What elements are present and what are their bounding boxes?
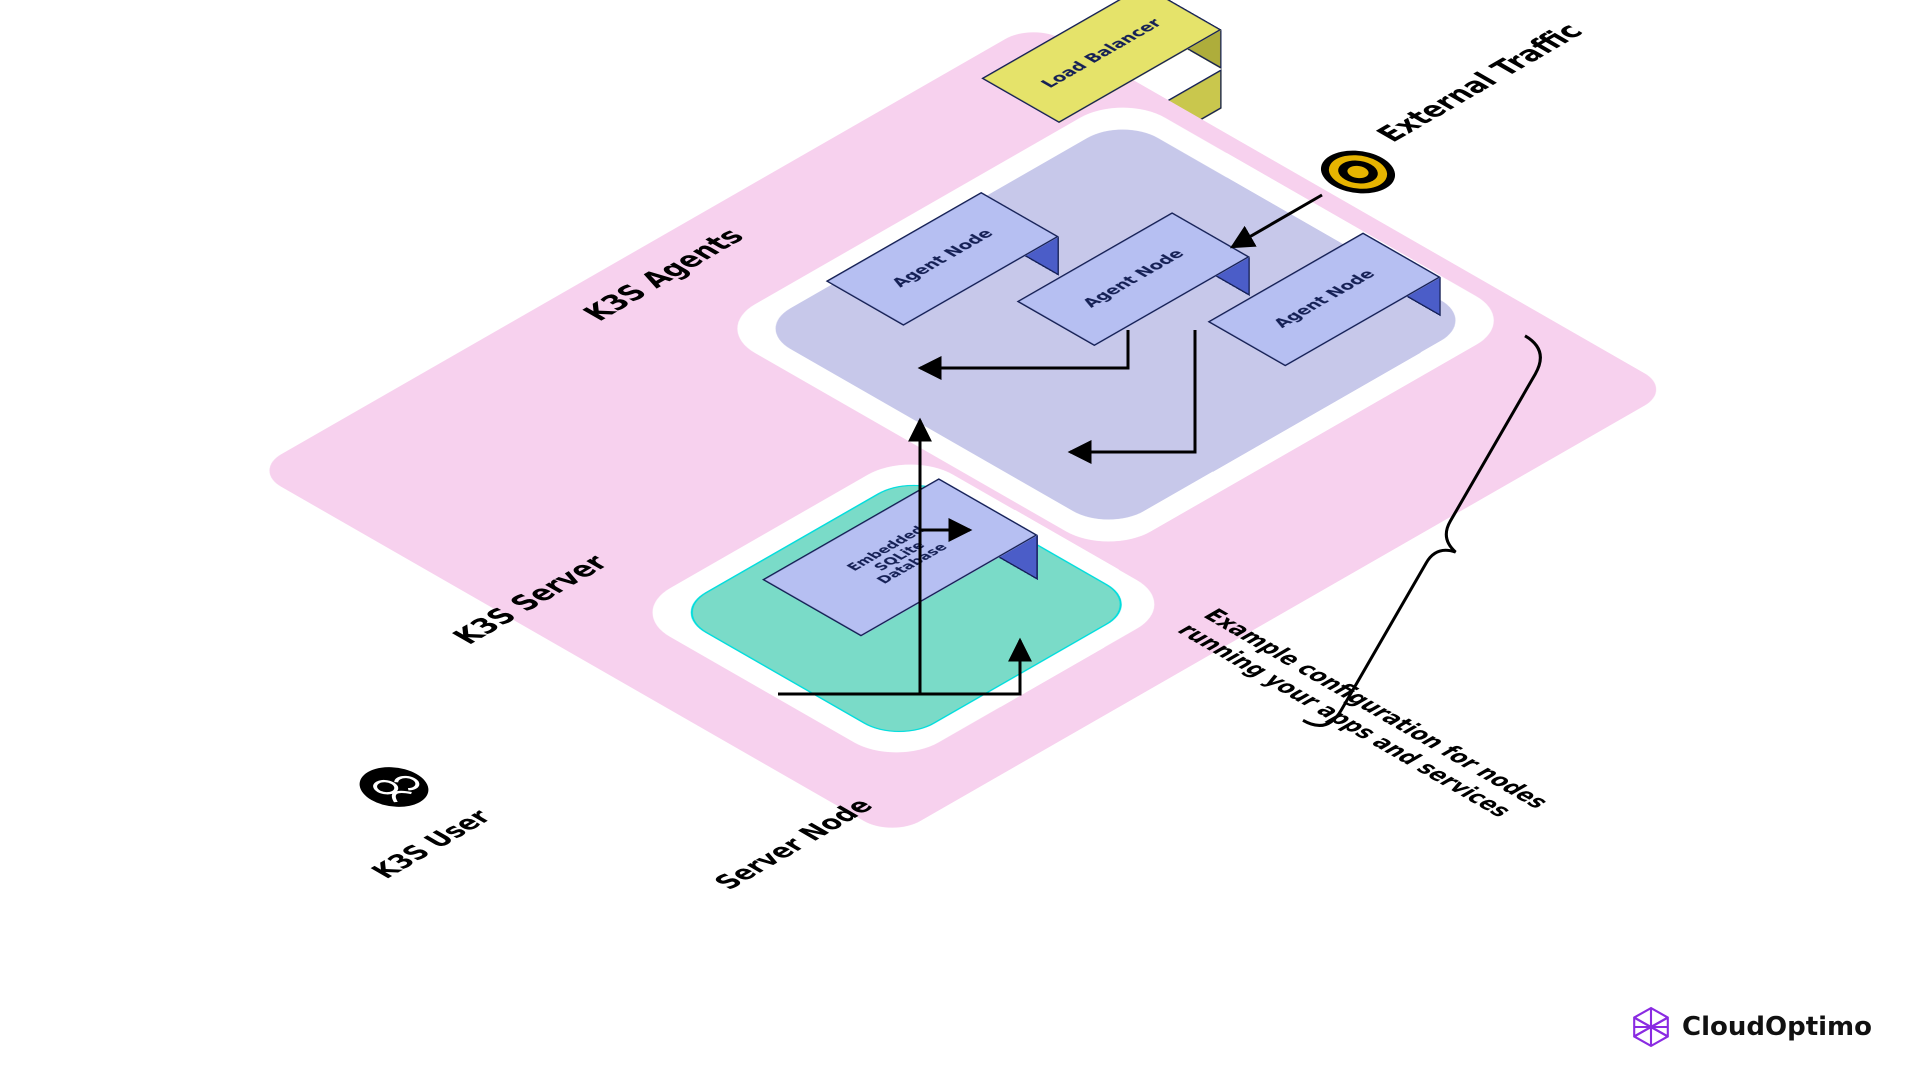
k3s-user-label: K3S User — [364, 805, 498, 883]
agent-node-label: Agent Node — [1078, 247, 1189, 310]
cloudoptimo-icon — [1630, 1006, 1672, 1048]
brand-text: CloudOptimo — [1682, 1012, 1872, 1042]
agent-node-label: Agent Node — [887, 226, 998, 289]
agent-node-label: Agent Node — [1269, 267, 1380, 330]
server-node-label: Server Node — [707, 794, 880, 894]
cluster-area — [253, 23, 1673, 837]
k3s-user-icon — [345, 759, 442, 815]
brand-logo: CloudOptimo — [1630, 1006, 1872, 1048]
load-balancer-label: Load Balancer — [1036, 16, 1166, 91]
embedded-db-label: Embedded SQLite Database — [844, 525, 955, 589]
external-traffic-label: External Traffic — [1370, 19, 1591, 147]
config-note: Example configuration for nodes running … — [1170, 605, 1557, 828]
